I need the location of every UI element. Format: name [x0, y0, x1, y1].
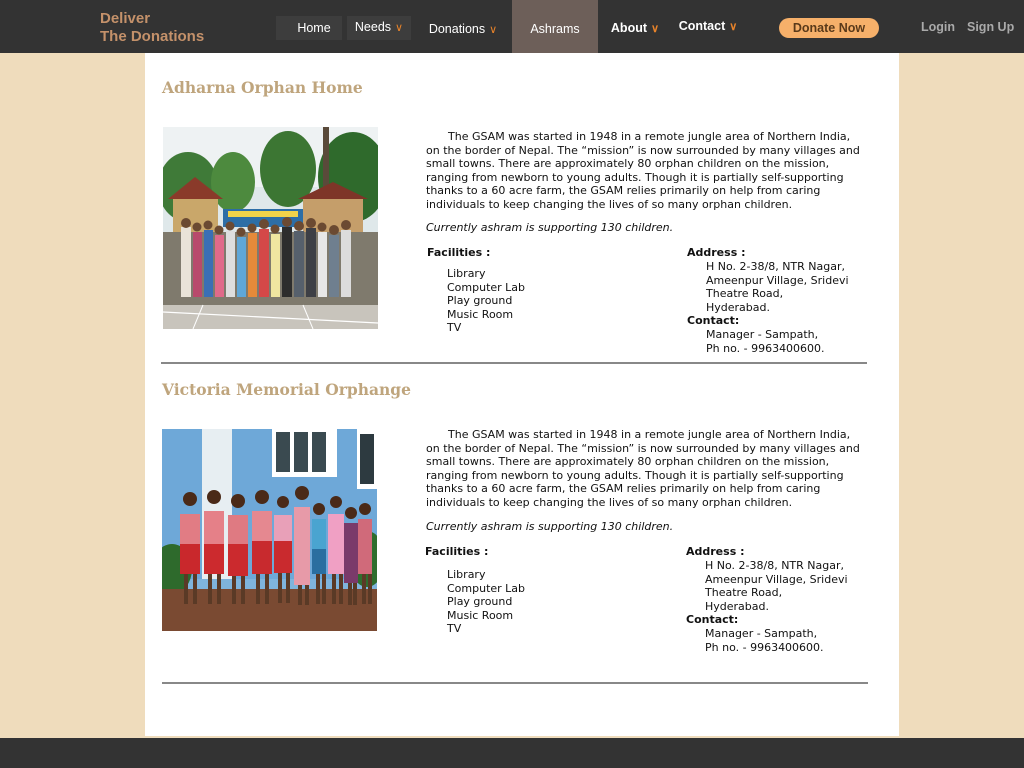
- main-content: Adharna Orphan Home The GSAM was started…: [145, 53, 899, 736]
- contact-block: Manager - Sampath, Ph no. - 9963400600.: [705, 627, 824, 654]
- signup-link[interactable]: Sign Up: [967, 20, 1014, 34]
- group-photo-image: [163, 127, 378, 329]
- address-block: H No. 2-38/8, NTR Nagar, Ameenpur Villag…: [706, 260, 849, 314]
- chevron-down-icon: ∨: [489, 24, 498, 36]
- logo-line-1: Deliver: [100, 10, 151, 27]
- address-line: H No. 2-38/8, NTR Nagar,: [706, 260, 845, 273]
- nav-about-label: About: [610, 21, 648, 35]
- nav-ashrams-label: Ashrams: [530, 22, 580, 36]
- contact-line: Ph no. - 9963400600.: [705, 640, 824, 654]
- nav-donations-label: Donations: [428, 22, 486, 36]
- address-line: Theatre Road,: [706, 287, 784, 300]
- section-divider: [162, 682, 868, 684]
- nav-contact-label: Contact: [678, 19, 726, 33]
- nav-home-label: Home: [297, 21, 331, 35]
- ashram-description: The GSAM was started in 1948 in a remote…: [426, 428, 866, 510]
- list-item: Play ground: [447, 294, 513, 307]
- address-line: Hyderabad.: [705, 599, 769, 613]
- description-text: The GSAM was started in 1948 in a remote…: [426, 130, 860, 211]
- address-line: H No. 2-38/8, NTR Nagar,: [705, 559, 844, 572]
- list-item: Music Room: [447, 608, 514, 622]
- contact-line: Manager - Sampath,: [705, 627, 818, 640]
- top-navigation-bar: Deliver The Donations Home Needs ∨ Donati…: [0, 0, 1024, 53]
- list-item: Computer Lab: [447, 581, 526, 595]
- nav-donations[interactable]: Donations ∨: [420, 16, 506, 40]
- list-item: Play ground: [447, 595, 513, 608]
- contact-heading: Contact:: [687, 314, 740, 327]
- facilities-list: Library Computer Lab Play ground Music R…: [447, 568, 525, 636]
- logo-line-2: The Donations: [100, 28, 205, 45]
- list-item: Music Room: [447, 307, 514, 321]
- site-logo[interactable]: Deliver The Donations: [100, 10, 204, 46]
- list-item: Library: [447, 568, 486, 581]
- login-link[interactable]: Login: [921, 20, 955, 34]
- address-line: Ameenpur Village, Sridevi: [705, 572, 848, 586]
- donate-now-button[interactable]: Donate Now: [779, 18, 879, 38]
- list-item: Computer Lab: [447, 280, 526, 294]
- nav-needs[interactable]: Needs ∨: [347, 16, 411, 40]
- address-heading: Address :: [687, 246, 746, 259]
- contact-line: Manager - Sampath,: [706, 328, 819, 341]
- contact-heading: Contact:: [686, 613, 739, 626]
- list-item: TV: [447, 321, 462, 334]
- list-item: Library: [447, 267, 486, 280]
- support-note: Currently ashram is supporting 130 child…: [426, 221, 674, 234]
- address-heading: Address :: [686, 545, 745, 558]
- description-text: The GSAM was started in 1948 in a remote…: [426, 428, 860, 509]
- ashram-photo: [163, 127, 378, 329]
- contact-line: Ph no. - 9963400600.: [706, 341, 825, 355]
- ashram-description: The GSAM was started in 1948 in a remote…: [426, 130, 866, 212]
- facilities-list: Library Computer Lab Play ground Music R…: [447, 267, 525, 335]
- facilities-heading: Facilities :: [425, 545, 489, 558]
- contact-block: Manager - Sampath, Ph no. - 9963400600.: [706, 328, 825, 355]
- section-divider: [161, 362, 867, 364]
- ashram-title: Victoria Memorial Orphange: [162, 380, 411, 399]
- address-line: Theatre Road,: [705, 586, 783, 599]
- address-line: Ameenpur Village, Sridevi: [706, 273, 849, 287]
- nav-ashrams-active[interactable]: Ashrams: [512, 0, 598, 53]
- list-item: TV: [447, 622, 462, 635]
- facilities-heading: Facilities :: [427, 246, 491, 259]
- nav-home[interactable]: Home: [276, 16, 342, 40]
- nav-about[interactable]: About ∨: [604, 16, 666, 40]
- page-footer: [0, 738, 1024, 768]
- address-line: Hyderabad.: [706, 300, 770, 314]
- address-block: H No. 2-38/8, NTR Nagar, Ameenpur Villag…: [705, 559, 848, 613]
- group-photo-image: [162, 429, 377, 631]
- nav-needs-label: Needs: [354, 20, 392, 34]
- support-note: Currently ashram is supporting 130 child…: [426, 520, 674, 533]
- chevron-down-icon: ∨: [395, 22, 404, 34]
- chevron-down-icon: ∨: [729, 21, 738, 33]
- ashram-photo: [162, 429, 377, 631]
- ashram-title: Adharna Orphan Home: [162, 78, 363, 97]
- chevron-down-icon: ∨: [651, 23, 660, 35]
- nav-contact[interactable]: Contact ∨: [672, 14, 744, 38]
